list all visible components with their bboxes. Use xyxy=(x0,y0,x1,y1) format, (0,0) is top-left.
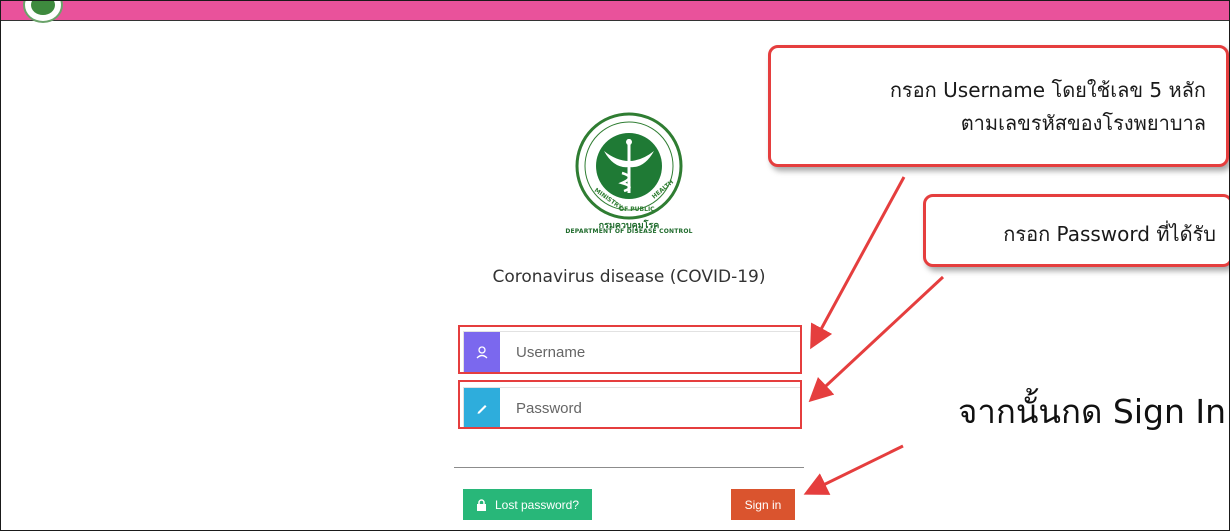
header-logo xyxy=(23,1,63,23)
username-highlight xyxy=(458,325,802,374)
form-divider xyxy=(454,467,804,468)
arrow-to-username xyxy=(810,176,906,350)
password-highlight xyxy=(458,380,802,429)
username-callout: กรอก Username โดยใช้เลข 5 หลัก ตามเลขรหั… xyxy=(768,45,1229,167)
arrow-to-password xyxy=(808,275,945,403)
username-callout-line2: ตามเลขรหัสของโรงพยาบาล xyxy=(960,111,1206,135)
sign-in-button[interactable]: Sign in xyxy=(731,489,795,520)
password-callout: กรอก Password ที่ได้รับ xyxy=(923,194,1229,267)
ministry-logo: MINISTRY OF PUBLIC HEALTH xyxy=(575,112,683,220)
top-bar xyxy=(1,1,1229,23)
app-title: Coronavirus disease (COVID-19) xyxy=(492,267,766,287)
logo-english-name: DEPARTMENT OF DISEASE CONTROL xyxy=(565,228,693,235)
arrow-to-signin xyxy=(803,444,904,495)
username-callout-line1: กรอก Username โดยใช้เลข 5 หลัก xyxy=(889,78,1206,102)
login-page: MINISTRY OF PUBLIC HEALTH กรมควบคุมโรค D… xyxy=(0,0,1230,531)
signin-instruction: จากนั้นกด Sign In xyxy=(958,392,1226,431)
lost-password-button[interactable]: Lost password? xyxy=(463,489,592,520)
svg-text:OF PUBLIC: OF PUBLIC xyxy=(619,206,655,213)
lost-password-label: Lost password? xyxy=(494,497,580,512)
lock-icon xyxy=(476,498,486,511)
